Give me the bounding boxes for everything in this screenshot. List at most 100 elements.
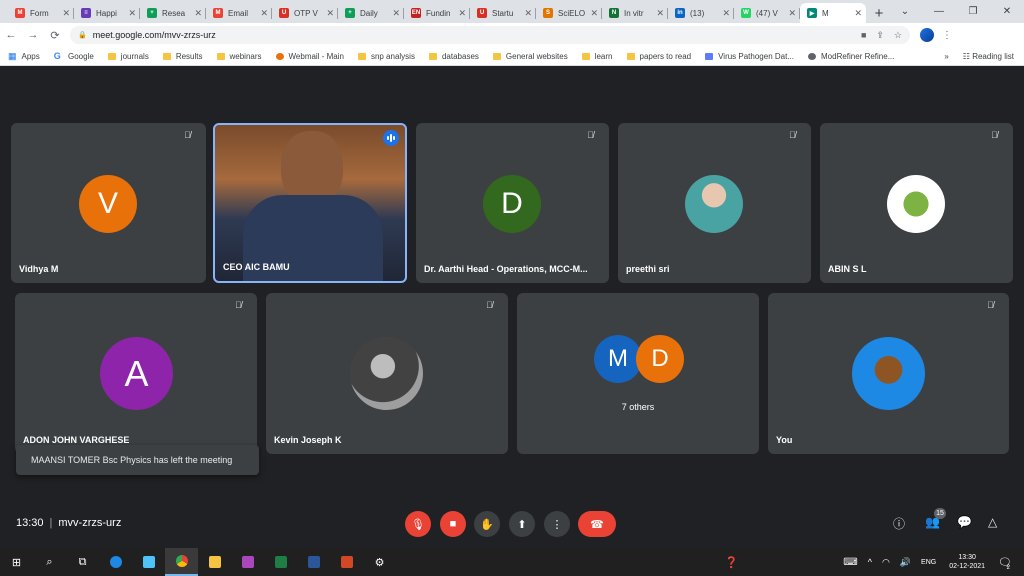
browser-tab[interactable]: in (13) ✕ [668,3,734,23]
bookmark-databases[interactable]: databases [428,52,479,61]
camera-toggle-button[interactable]: ■ [440,511,466,537]
paint-icon[interactable] [231,548,264,576]
help-icon[interactable]: ❓ [725,556,739,569]
wifi-icon[interactable]: ◠ [882,557,890,568]
participant-tile-others[interactable]: M D 7 others [517,293,759,454]
star-icon[interactable]: ☆ [894,30,902,41]
speaking-indicator-icon [383,130,399,146]
tab-close-icon[interactable]: ✕ [590,8,598,19]
notification-icon[interactable]: 🗨 2 [998,556,1012,571]
participant-tile-ceo[interactable]: CEO AIC BAMU [213,123,407,283]
browser-tab[interactable]: M Email ✕ [206,3,272,23]
browser-tab[interactable]: + Resea ✕ [140,3,206,23]
bookmark-results[interactable]: Results [162,52,203,61]
leave-call-button[interactable]: ☎ [578,511,616,537]
word-icon[interactable] [297,548,330,576]
forward-icon[interactable]: → [22,29,44,41]
browser-tab[interactable]: U Startu ✕ [470,3,536,23]
participant-tile-kevin[interactable]: 🎙̸ Kevin Joseph K [266,293,508,454]
search-icon[interactable]: ⌕ [33,548,66,576]
meeting-details[interactable]: 13:30 | mvv-zrzs-urz [16,517,121,529]
browser-tab[interactable]: M Form ✕ [8,3,74,23]
bookmark-journals[interactable]: journals [107,52,149,61]
participants-count-badge: 15 [934,508,946,519]
settings-gear-icon[interactable]: ⚙ [363,548,396,576]
reading-list-button[interactable]: ☷ Reading list [963,52,1014,61]
tab-title: M [822,8,829,18]
bookmark-webinars[interactable]: webinars [216,52,262,61]
participant-tile-you[interactable]: 🎙̸ You [768,293,1009,454]
tab-close-icon[interactable]: ✕ [326,8,334,19]
share-icon[interactable]: ⇪ [876,30,884,41]
present-screen-button[interactable]: ⬆ [509,511,535,537]
more-options-button[interactable]: ⋮ [544,511,570,537]
chat-icon[interactable]: 💬 [957,515,972,529]
tab-close-icon[interactable]: ✕ [854,8,862,19]
tab-close-icon[interactable]: ✕ [62,8,70,19]
bookmark-webmail[interactable]: Webmail - Main [275,52,344,61]
tab-close-icon[interactable]: ✕ [788,8,796,19]
keyboard-icon[interactable]: ⌨ [843,557,857,568]
browser-tab[interactable]: EN Fundin ✕ [404,3,470,23]
globe-icon [808,52,816,60]
close-icon[interactable]: ✕ [990,6,1024,17]
participant-tile-aarthi[interactable]: 🎙̸ D Dr. Aarthi Head - Operations, MCC-M… [416,123,609,283]
browser-tab[interactable]: W (47) V ✕ [734,3,800,23]
bookmark-google[interactable]: G Google [54,51,94,61]
maximize-icon[interactable]: ❐ [956,6,990,17]
tab-close-icon[interactable]: ✕ [524,8,532,19]
browser-tab[interactable]: U OTP V ✕ [272,3,338,23]
profile-avatar[interactable] [920,28,934,42]
browser-tab[interactable]: N In vitr ✕ [602,3,668,23]
activities-icon[interactable]: △ [988,515,997,529]
tab-close-icon[interactable]: ✕ [260,8,268,19]
back-icon[interactable]: ← [0,29,22,41]
url-text: meet.google.com/mvv-zrzs-urz [92,30,216,40]
tab-close-icon[interactable]: ✕ [458,8,466,19]
tab-close-icon[interactable]: ✕ [128,8,136,19]
tab-close-icon[interactable]: ✕ [392,8,400,19]
bookmark-virus-pathogen[interactable]: Virus Pathogen Dat... [705,52,794,61]
mic-toggle-button[interactable]: 🎙 [405,511,431,537]
camera-icon[interactable]: ■ [861,30,866,40]
address-bar[interactable]: 🔒 meet.google.com/mvv-zrzs-urz ■ ⇪ ☆ [70,26,910,44]
browser-tab[interactable]: ≡ Happi ✕ [74,3,140,23]
menu-kebab-icon[interactable]: ⋮ [942,30,952,41]
tab-close-icon[interactable]: ✕ [722,8,730,19]
meeting-info-icon[interactable]: ⓘ [893,515,905,532]
file-explorer-icon[interactable] [198,548,231,576]
windows-start-icon[interactable]: ⊞ [0,548,33,576]
tab-title: (13) [690,8,705,18]
participant-tile-preethi[interactable]: 🎙̸ preethi sri [618,123,811,283]
volume-icon[interactable]: 🔊 [900,557,911,568]
browser-tab[interactable]: S SciELO ✕ [536,3,602,23]
reload-icon[interactable]: ⟳ [44,29,66,42]
tab-close-icon[interactable]: ✕ [656,8,664,19]
powerpoint-icon[interactable] [330,548,363,576]
raise-hand-button[interactable]: ✋ [474,511,500,537]
language-indicator[interactable]: ENG [921,559,936,566]
edge-icon[interactable] [99,548,132,576]
file-icon[interactable] [132,548,165,576]
browser-tab[interactable]: ▶ M ✕ [800,3,866,23]
bookmark-apps[interactable]: ▦ Apps [8,51,40,62]
chevron-up-icon[interactable]: ^ [868,557,872,567]
clock-date[interactable]: 13:30 02-12-2021 [949,553,985,571]
browser-tab[interactable]: + Daily ✕ [338,3,404,23]
bookmarks-overflow-icon[interactable]: » [944,52,948,61]
bookmark-modrefiner[interactable]: ModRefiner Refine... [808,52,894,61]
bookmark-learn[interactable]: learn [581,52,613,61]
excel-icon[interactable] [264,548,297,576]
chevron-down-icon[interactable]: ⌄ [888,6,922,17]
chrome-icon[interactable] [165,548,198,576]
task-view-icon[interactable]: ⧉ [66,548,99,576]
bookmark-snp-analysis[interactable]: snp analysis [357,52,415,61]
participant-tile-vidhya[interactable]: 🎙̸ V Vidhya M [11,123,206,283]
participant-tile-abin[interactable]: 🎙̸ ABIN S L [820,123,1013,283]
tab-close-icon[interactable]: ✕ [194,8,202,19]
bookmark-papers-to-read[interactable]: papers to read [626,52,691,61]
bookmark-general-websites[interactable]: General websites [492,52,568,61]
participant-tile-adon[interactable]: 🎙̸ A ADON JOHN VARGHESE [15,293,257,454]
minimize-icon[interactable]: — [922,6,956,17]
tab-favicon-icon: + [345,8,355,18]
